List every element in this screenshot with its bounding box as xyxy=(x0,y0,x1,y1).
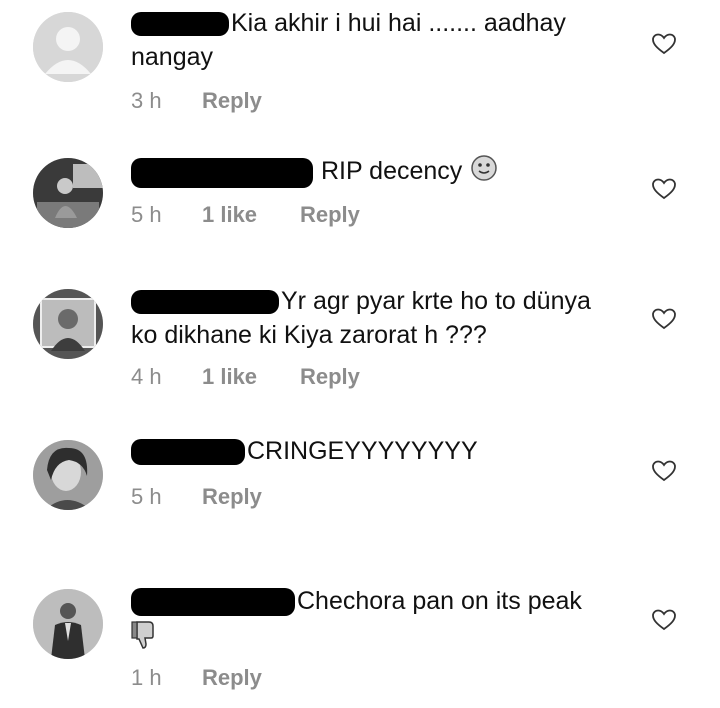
reply-button[interactable]: Reply xyxy=(202,88,262,114)
comment-text-continued: nangay xyxy=(131,43,214,71)
redacted-username xyxy=(131,588,295,617)
comment-text: Yr agr pyar krte ho to dünya xyxy=(131,284,631,318)
like-count[interactable]: 1 like xyxy=(202,202,257,228)
user-avatar[interactable] xyxy=(33,12,103,82)
user-avatar[interactable] xyxy=(33,589,103,659)
reply-button[interactable]: Reply xyxy=(202,484,262,510)
comment-text-continued: ko dikhane ki Kiya zarorat h ??? xyxy=(131,321,487,349)
like-heart-icon[interactable] xyxy=(651,608,677,632)
thumbs-down-emoji-icon xyxy=(131,620,631,659)
smiley-emoji-icon xyxy=(470,154,498,191)
redacted-username xyxy=(131,439,245,466)
default-avatar-icon xyxy=(33,12,103,82)
like-heart-icon[interactable] xyxy=(651,307,677,331)
photo-avatar-icon xyxy=(33,289,103,359)
photo-avatar-icon xyxy=(33,158,103,228)
comment-time: 5 h xyxy=(131,202,162,227)
like-count[interactable]: 1 like xyxy=(202,364,257,390)
comment-time: 5 h xyxy=(131,484,162,509)
like-heart-icon[interactable] xyxy=(651,459,677,483)
redacted-username xyxy=(131,157,313,188)
like-heart-icon[interactable] xyxy=(651,32,677,56)
comment-text: RIP decency xyxy=(131,154,631,191)
photo-avatar-icon xyxy=(33,440,103,510)
comment-text: Chechora pan on its peak xyxy=(131,584,631,618)
photo-avatar-icon xyxy=(33,589,103,659)
comment-time: 3 h xyxy=(131,88,162,113)
comment-text: CRINGEYYYYYYYY xyxy=(131,434,631,468)
reply-button[interactable]: Reply xyxy=(300,364,360,390)
comment-time: 1 h xyxy=(131,665,162,690)
redacted-username xyxy=(131,290,279,315)
reply-button[interactable]: Reply xyxy=(300,202,360,228)
redacted-username xyxy=(131,12,229,37)
comment-text: Kia akhir i hui hai ....... aadhay xyxy=(131,6,631,40)
user-avatar[interactable] xyxy=(33,289,103,359)
like-heart-icon[interactable] xyxy=(651,177,677,201)
comment-time: 4 h xyxy=(131,364,162,389)
user-avatar[interactable] xyxy=(33,440,103,510)
reply-button[interactable]: Reply xyxy=(202,665,262,691)
user-avatar[interactable] xyxy=(33,158,103,228)
